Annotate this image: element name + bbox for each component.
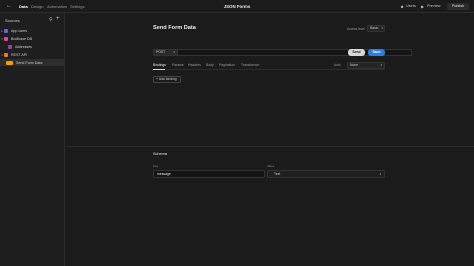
sidebar-item-label: Budibase DB bbox=[11, 36, 32, 41]
http-verb-value: POST bbox=[156, 50, 166, 54]
sources-sidebar: Sources ⚲ + ▸ App users ▾ Budibase DB Ad… bbox=[0, 13, 65, 266]
query-title: Send Form Data bbox=[153, 25, 196, 31]
auth-select[interactable]: None ▾ bbox=[347, 62, 385, 69]
users-label: Users bbox=[406, 4, 416, 8]
sidebar-item-send-form-data[interactable]: Send Form Data bbox=[0, 59, 64, 66]
schema-type-value: Text bbox=[274, 172, 281, 176]
preview-button[interactable]: ▶ Preview bbox=[421, 4, 441, 9]
chevron-down-icon: ▾ bbox=[379, 172, 381, 176]
chevron-down-icon: ▾ bbox=[173, 50, 175, 54]
active-tab-indicator bbox=[153, 69, 165, 70]
tab-transformer[interactable]: Transformer bbox=[241, 63, 259, 68]
http-verb-select[interactable]: POST ▾ bbox=[153, 49, 178, 56]
sidebar-item-label: REST API bbox=[11, 52, 28, 57]
search-icon[interactable]: ⚲ bbox=[49, 17, 53, 23]
add-binding-button[interactable]: + Add binding bbox=[153, 76, 181, 83]
rest-api-icon bbox=[4, 52, 8, 57]
add-binding-label: Add binding bbox=[158, 77, 177, 81]
access-level-select[interactable]: Basic ▾ bbox=[367, 25, 385, 32]
publish-button[interactable]: Publish bbox=[447, 3, 469, 10]
top-bar: ← Data Design Automation Settings JSON F… bbox=[0, 0, 474, 13]
schema-key-header: Key bbox=[153, 164, 159, 168]
users-button[interactable]: ☻ Users bbox=[400, 4, 416, 9]
chevron-down-icon: ▾ bbox=[380, 63, 382, 67]
sidebar-item-label: Send Form Data bbox=[16, 60, 43, 65]
add-icon[interactable]: + bbox=[56, 16, 60, 23]
schema-value-header: Value bbox=[267, 164, 275, 168]
tab-pagination[interactable]: Pagination bbox=[219, 63, 235, 68]
tab-params[interactable]: Params bbox=[172, 63, 184, 68]
chevron-down-icon: ▾ bbox=[381, 26, 383, 30]
schema-title: Schema bbox=[153, 152, 167, 156]
preview-label: Preview bbox=[427, 4, 441, 8]
sidebar-item-budibase-db[interactable]: ▾ Budibase DB bbox=[0, 35, 64, 42]
section-divider bbox=[66, 146, 474, 147]
sidebar-title: Sources bbox=[5, 18, 20, 23]
sidebar-item-addresses[interactable]: Addresses bbox=[0, 43, 64, 50]
tab-body[interactable]: Body bbox=[206, 63, 214, 68]
auth-label: Auth bbox=[334, 63, 341, 67]
access-level-label: Access level bbox=[347, 27, 365, 31]
users-icon: ☻ bbox=[400, 3, 405, 9]
post-query-badge bbox=[6, 60, 13, 65]
schema-type-select[interactable]: Text ▾ bbox=[267, 170, 385, 178]
send-button[interactable]: Send bbox=[348, 49, 365, 56]
save-button[interactable]: Save bbox=[368, 49, 385, 56]
table-icon bbox=[8, 44, 12, 49]
tab-headers[interactable]: Headers bbox=[188, 63, 201, 68]
query-editor: Send Form Data Access level Basic ▾ POST… bbox=[66, 13, 474, 266]
auth-value: None bbox=[350, 63, 359, 67]
budibase-db-icon bbox=[4, 36, 8, 41]
sidebar-item-rest-api[interactable]: ▾ REST API bbox=[0, 51, 64, 58]
schema-key-input[interactable]: message bbox=[153, 170, 265, 178]
access-level-value: Basic bbox=[370, 26, 379, 30]
sidebar-item-label: App users bbox=[11, 28, 28, 33]
tab-bindings[interactable]: Bindings bbox=[153, 63, 166, 68]
sidebar-item-label: Addresses bbox=[15, 44, 32, 49]
play-icon: ▶ bbox=[421, 3, 425, 9]
app-users-icon bbox=[4, 28, 8, 33]
sidebar-item-app-users[interactable]: ▸ App users bbox=[0, 27, 64, 34]
